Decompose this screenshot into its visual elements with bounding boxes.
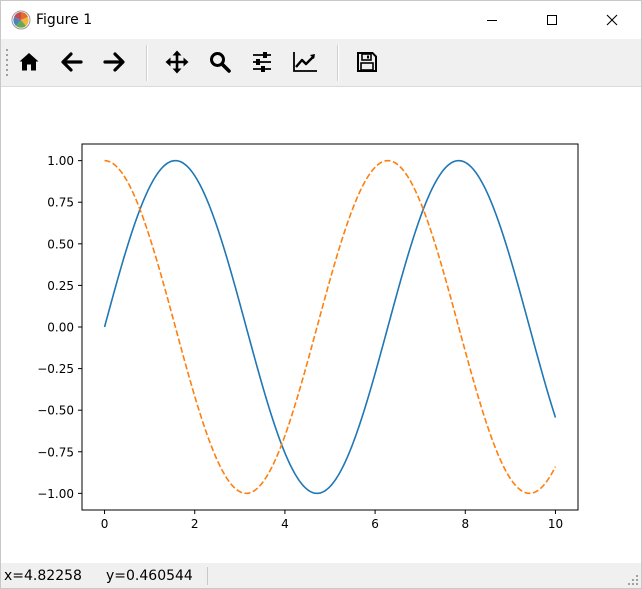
status-bar: x=4.82258 y=0.460544 [1,563,641,588]
forward-button[interactable] [98,46,130,78]
y-tick-label: 0.00 [47,321,74,335]
minimize-button[interactable] [469,1,515,39]
resize-grip-icon[interactable] [627,574,639,586]
toolbar-separator [337,45,339,81]
figure-canvas[interactable]: 0 2 4 6 8 10 1.00 0.75 0.50 0.25 0.00 −0.25 −0.50 −0… [1,87,641,563]
y-tick-label: −0.25 [37,362,74,376]
x-tick-label: 2 [191,517,199,531]
maximize-button[interactable] [529,1,575,39]
home-icon [19,53,39,71]
subplots-button[interactable] [246,46,278,78]
y-tick-label: 1.00 [47,154,74,168]
save-floppy-icon [357,52,377,72]
x-tick-label: 6 [371,517,379,531]
window-title: Figure 1 [36,12,93,28]
figure-window: Figure 1 0 2 4 6 8 10 1.00 0.75 0.50 0.2… [0,0,642,589]
edit-axes-button[interactable] [289,46,321,78]
close-icon [606,14,618,26]
maximize-icon [547,15,557,25]
back-arrow-icon [61,52,83,72]
toolbar-separator [146,45,148,81]
line-chart[interactable]: 0 2 4 6 8 10 1.00 0.75 0.50 0.25 0.00 −0.25 −0.50 −0… [1,87,641,563]
pan-button[interactable] [161,46,193,78]
y-tick-label: −1.00 [37,487,74,501]
home-button[interactable] [13,46,45,78]
zoom-button[interactable] [204,46,236,78]
cursor-x-readout: x=4.82258 [4,568,82,584]
x-tick-label: 10 [548,517,563,531]
x-tick-label: 8 [461,517,469,531]
toolbar-grip-icon[interactable] [6,47,10,79]
subplots-sliders-icon [253,52,271,72]
y-tick-label: 0.75 [47,196,74,210]
edit-axes-icon [293,52,317,72]
title-bar[interactable]: Figure 1 [1,1,641,39]
matplotlib-logo-icon [11,10,31,30]
axes-background [82,144,578,510]
y-tick-label: 0.25 [47,279,74,293]
zoom-magnifier-icon [210,52,231,73]
x-tick-label: 4 [281,517,289,531]
y-tick-label: 0.50 [47,237,74,251]
save-button[interactable] [351,46,383,78]
forward-arrow-icon [103,52,125,72]
cursor-y-readout: y=0.460544 [106,568,193,584]
status-separator [207,567,208,585]
pan-move-icon [165,50,189,74]
y-tick-label: −0.75 [37,445,74,459]
y-tick-label: −0.50 [37,404,74,418]
close-button[interactable] [589,1,635,39]
x-tick-label: 0 [101,517,109,531]
back-button[interactable] [56,46,88,78]
navigation-toolbar [1,39,641,87]
minimize-icon [487,20,497,21]
